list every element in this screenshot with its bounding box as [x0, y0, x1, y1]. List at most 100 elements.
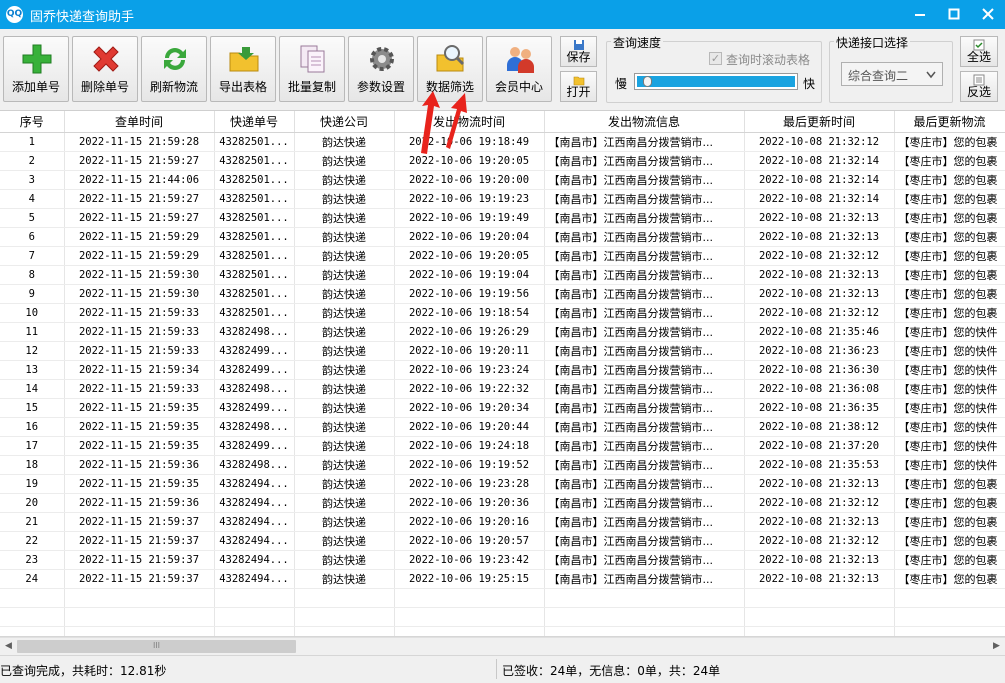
table-cell: 2022-10-08 21:38:12	[744, 417, 895, 437]
table-cell: 韵达快递	[294, 360, 395, 380]
column-header[interactable]: 快递公司	[294, 111, 395, 133]
scroll-table-checkbox[interactable]: ✓ 查询时滚动表格	[709, 51, 821, 67]
table-cell: 43282501...	[214, 170, 295, 190]
table-row[interactable]: 9 2022-11-15 21:59:30 43282501... 韵达快递 2022-…	[0, 284, 1005, 304]
table-cell: 43282498...	[214, 455, 295, 475]
table-row[interactable]: 16 2022-11-15 21:59:35 43282498... 韵达快递 2022…	[0, 417, 1005, 437]
save-button[interactable]: 保存	[560, 36, 597, 67]
table-row[interactable]: 12 2022-11-15 21:59:33 43282499... 韵达快递 2022…	[0, 341, 1005, 361]
empty-cell	[0, 626, 65, 636]
member-center-button[interactable]: 会员中心	[486, 36, 552, 102]
column-header[interactable]: 发出物流信息	[544, 111, 745, 133]
scroll-left-arrow[interactable]: ◀	[0, 638, 17, 655]
scroll-table-label: 查询时滚动表格	[726, 53, 811, 67]
table-row[interactable]: 7 2022-11-15 21:59:29 43282501... 韵达快递 2022-…	[0, 246, 1005, 266]
table-cell: 韵达快递	[294, 398, 395, 418]
horizontal-scrollbar[interactable]: ◀ III ▶	[0, 637, 1005, 654]
table-row[interactable]: 11 2022-11-15 21:59:33 43282498... 韵达快递 2022…	[0, 322, 1005, 342]
empty-cell	[294, 607, 395, 627]
empty-row	[0, 588, 1005, 608]
delete-number-button[interactable]: 删除单号	[72, 36, 138, 102]
data-filter-button[interactable]: 数据筛选	[417, 36, 483, 102]
column-header[interactable]: 最后更新物流	[894, 111, 1005, 133]
table-row[interactable]: 24 2022-11-15 21:59:37 43282494... 韵达快递 2022…	[0, 569, 1005, 589]
parameter-settings-button[interactable]: 参数设置	[348, 36, 414, 102]
table-cell: 韵达快递	[294, 303, 395, 323]
table-cell: 韵达快递	[294, 284, 395, 304]
table-cell: 【枣庄市】您的快件	[894, 398, 1005, 418]
empty-cell	[0, 588, 65, 608]
table-row[interactable]: 20 2022-11-15 21:59:36 43282494... 韵达快递 2022…	[0, 493, 1005, 513]
table-row[interactable]: 23 2022-11-15 21:59:37 43282494... 韵达快递 2022…	[0, 550, 1005, 570]
table-row[interactable]: 6 2022-11-15 21:59:29 43282501... 韵达快递 2022-…	[0, 227, 1005, 247]
table-cell: 43282501...	[214, 303, 295, 323]
folder-export-icon	[229, 47, 259, 72]
refresh-logistics-button[interactable]: 刷新物流	[141, 36, 207, 102]
column-header[interactable]: 快递单号	[214, 111, 295, 133]
empty-cell	[394, 626, 545, 636]
invert-select-button[interactable]: 反选	[960, 71, 998, 102]
table-row[interactable]: 18 2022-11-15 21:59:36 43282498... 韵达快递 2022…	[0, 455, 1005, 475]
table-cell: 1	[0, 132, 65, 152]
table-cell: 10	[0, 303, 65, 323]
table-cell: 韵达快递	[294, 208, 395, 228]
export-table-button[interactable]: 导出表格	[210, 36, 276, 102]
batch-copy-button[interactable]: 批量复制	[279, 36, 345, 102]
table-cell: 【枣庄市】您的包裹	[894, 208, 1005, 228]
table-row[interactable]: 14 2022-11-15 21:59:33 43282498... 韵达快递 2022…	[0, 379, 1005, 399]
table-cell: 2022-10-08 21:36:23	[744, 341, 895, 361]
open-button[interactable]: 打开	[560, 71, 597, 102]
table-cell: 【枣庄市】您的快件	[894, 436, 1005, 456]
table-row[interactable]: 5 2022-11-15 21:59:27 43282501... 韵达快递 2022-…	[0, 208, 1005, 228]
table-row[interactable]: 3 2022-11-15 21:44:06 43282501... 韵达快递 2022-…	[0, 170, 1005, 190]
table-cell: 韵达快递	[294, 493, 395, 513]
table-cell: 【枣庄市】您的快件	[894, 379, 1005, 399]
table-cell: 【南昌市】江西南昌分拨营销市...	[544, 227, 745, 247]
table-cell: 2022-10-08 21:32:14	[744, 170, 895, 190]
table-cell: 【南昌市】江西南昌分拨营销市...	[544, 303, 745, 323]
table-cell: 43282498...	[214, 379, 295, 399]
scrollbar-thumb[interactable]: III	[17, 640, 296, 653]
table-cell: 2022-10-06 19:24:18	[394, 436, 545, 456]
table-cell: 2022-10-08 21:32:12	[744, 493, 895, 513]
table-cell: 43282501...	[214, 284, 295, 304]
maximize-button[interactable]	[937, 0, 971, 29]
table-cell: 2022-10-06 19:26:29	[394, 322, 545, 342]
empty-cell	[214, 588, 295, 608]
table-row[interactable]: 8 2022-11-15 21:59:30 43282501... 韵达快递 2022-…	[0, 265, 1005, 285]
table-cell: 2022-11-15 21:59:35	[64, 436, 215, 456]
table-cell: 2022-10-06 19:20:00	[394, 170, 545, 190]
column-header[interactable]: 发出物流时间	[394, 111, 545, 133]
column-header[interactable]: 查单时间	[64, 111, 215, 133]
table-row[interactable]: 17 2022-11-15 21:59:35 43282499... 韵达快递 2022…	[0, 436, 1005, 456]
empty-cell	[394, 607, 545, 627]
table-cell: 2022-11-15 21:59:37	[64, 550, 215, 570]
empty-cell	[894, 607, 1005, 627]
speed-slider-thumb[interactable]	[643, 76, 652, 87]
add-number-button[interactable]: 添加单号	[3, 36, 69, 102]
table-cell: 2022-11-15 21:59:29	[64, 227, 215, 247]
table-row[interactable]: 15 2022-11-15 21:59:35 43282499... 韵达快递 2022…	[0, 398, 1005, 418]
minimize-button[interactable]	[903, 0, 937, 29]
scroll-right-arrow[interactable]: ▶	[988, 638, 1005, 655]
empty-row	[0, 626, 1005, 636]
table-row[interactable]: 22 2022-11-15 21:59:37 43282494... 韵达快递 2022…	[0, 531, 1005, 551]
table-row[interactable]: 13 2022-11-15 21:59:34 43282499... 韵达快递 2022…	[0, 360, 1005, 380]
api-select-dropdown[interactable]: 综合查询二	[841, 62, 943, 86]
table-cell: 43282501...	[214, 246, 295, 266]
table-cell: 43282498...	[214, 417, 295, 437]
table-row[interactable]: 2 2022-11-15 21:59:27 43282501... 韵达快递 2022-…	[0, 151, 1005, 171]
table-row[interactable]: 21 2022-11-15 21:59:37 43282494... 韵达快递 2022…	[0, 512, 1005, 532]
table-cell: 【南昌市】江西南昌分拨营销市...	[544, 493, 745, 513]
close-button[interactable]	[971, 0, 1005, 29]
table-row[interactable]: 1 2022-11-15 21:59:28 43282501... 韵达快递 2022-…	[0, 132, 1005, 152]
table-cell: 2022-10-06 19:20:57	[394, 531, 545, 551]
column-header[interactable]: 序号	[0, 111, 65, 133]
table-row[interactable]: 19 2022-11-15 21:59:35 43282494... 韵达快递 2022…	[0, 474, 1005, 494]
speed-slider[interactable]	[634, 73, 798, 90]
column-header[interactable]: 最后更新时间	[744, 111, 895, 133]
table-cell: 2022-10-06 19:20:34	[394, 398, 545, 418]
table-row[interactable]: 4 2022-11-15 21:59:27 43282501... 韵达快递 2022-…	[0, 189, 1005, 209]
table-row[interactable]: 10 2022-11-15 21:59:33 43282501... 韵达快递 2022…	[0, 303, 1005, 323]
select-all-button[interactable]: 全选	[960, 36, 998, 67]
